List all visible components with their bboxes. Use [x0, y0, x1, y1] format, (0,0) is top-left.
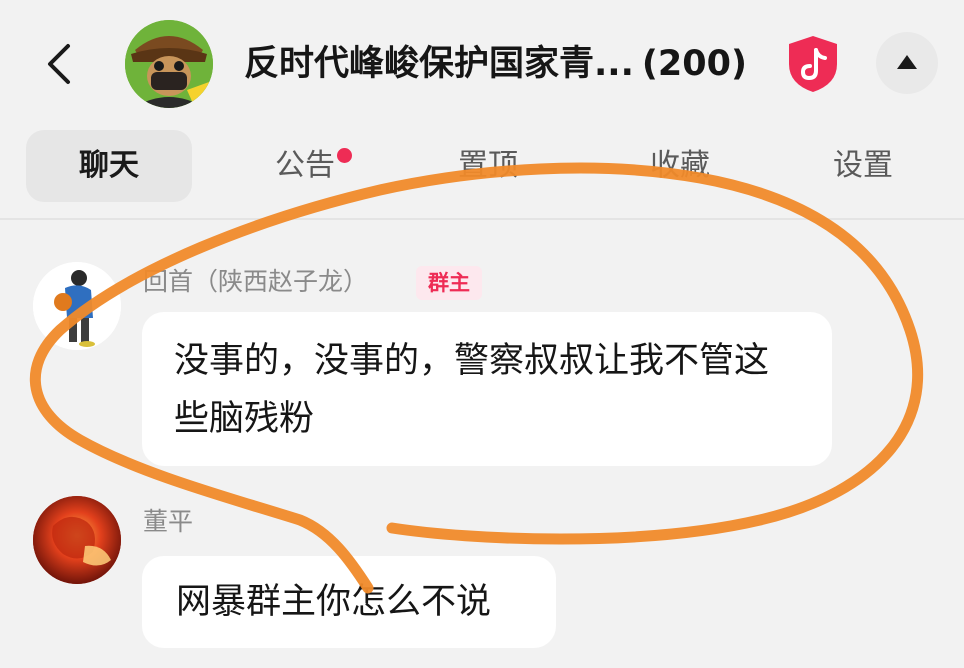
group-avatar-image: [125, 20, 213, 108]
back-button[interactable]: [40, 40, 80, 88]
group-name: 反时代峰峻保护国家青...: [244, 44, 634, 84]
tab-chat[interactable]: 聊天: [26, 130, 192, 202]
collapse-button[interactable]: [876, 32, 938, 94]
member-count: (200): [641, 44, 747, 84]
group-title[interactable]: 反时代峰峻保护国家青... (200): [244, 36, 747, 92]
chat-screen: 反时代峰峻保护国家青... (200) 聊天 公告 置顶 收藏 设置 回首（陕西…: [0, 0, 964, 668]
sender-avatar-image: [33, 496, 121, 584]
sender-avatar[interactable]: [33, 496, 121, 584]
message-bubble[interactable]: 没事的，没事的，警察叔叔让我不管这些脑残粉: [142, 312, 832, 466]
douyin-shield-icon[interactable]: [786, 34, 840, 94]
message-text: 没事的，没事的，警察叔叔让我不管这些脑残粉: [174, 341, 770, 439]
tab-pinned[interactable]: 置顶: [438, 130, 538, 202]
tab-divider: [0, 218, 964, 220]
group-owner-badge: 群主: [416, 266, 482, 300]
chat-header: 反时代峰峻保护国家青... (200): [0, 0, 964, 128]
triangle-up-icon: [897, 55, 917, 69]
sender-name: 董平: [143, 507, 194, 536]
message-text: 网暴群主你怎么不说: [176, 582, 492, 622]
tab-notice[interactable]: 公告: [250, 130, 360, 202]
tab-favorites[interactable]: 收藏: [625, 130, 735, 202]
tab-bar: 聊天 公告 置顶 收藏 设置: [0, 130, 964, 202]
group-avatar[interactable]: [125, 20, 213, 108]
sender-name: 回首（陕西赵子龙）: [143, 267, 369, 296]
sender-avatar[interactable]: [33, 262, 121, 350]
tab-settings[interactable]: 设置: [808, 130, 918, 202]
chevron-left-icon: [48, 44, 70, 84]
unread-dot: [337, 148, 352, 163]
tab-notice-label: 公告: [275, 148, 335, 183]
sender-avatar-image: [33, 262, 121, 350]
message-bubble[interactable]: 网暴群主你怎么不说: [142, 556, 556, 648]
